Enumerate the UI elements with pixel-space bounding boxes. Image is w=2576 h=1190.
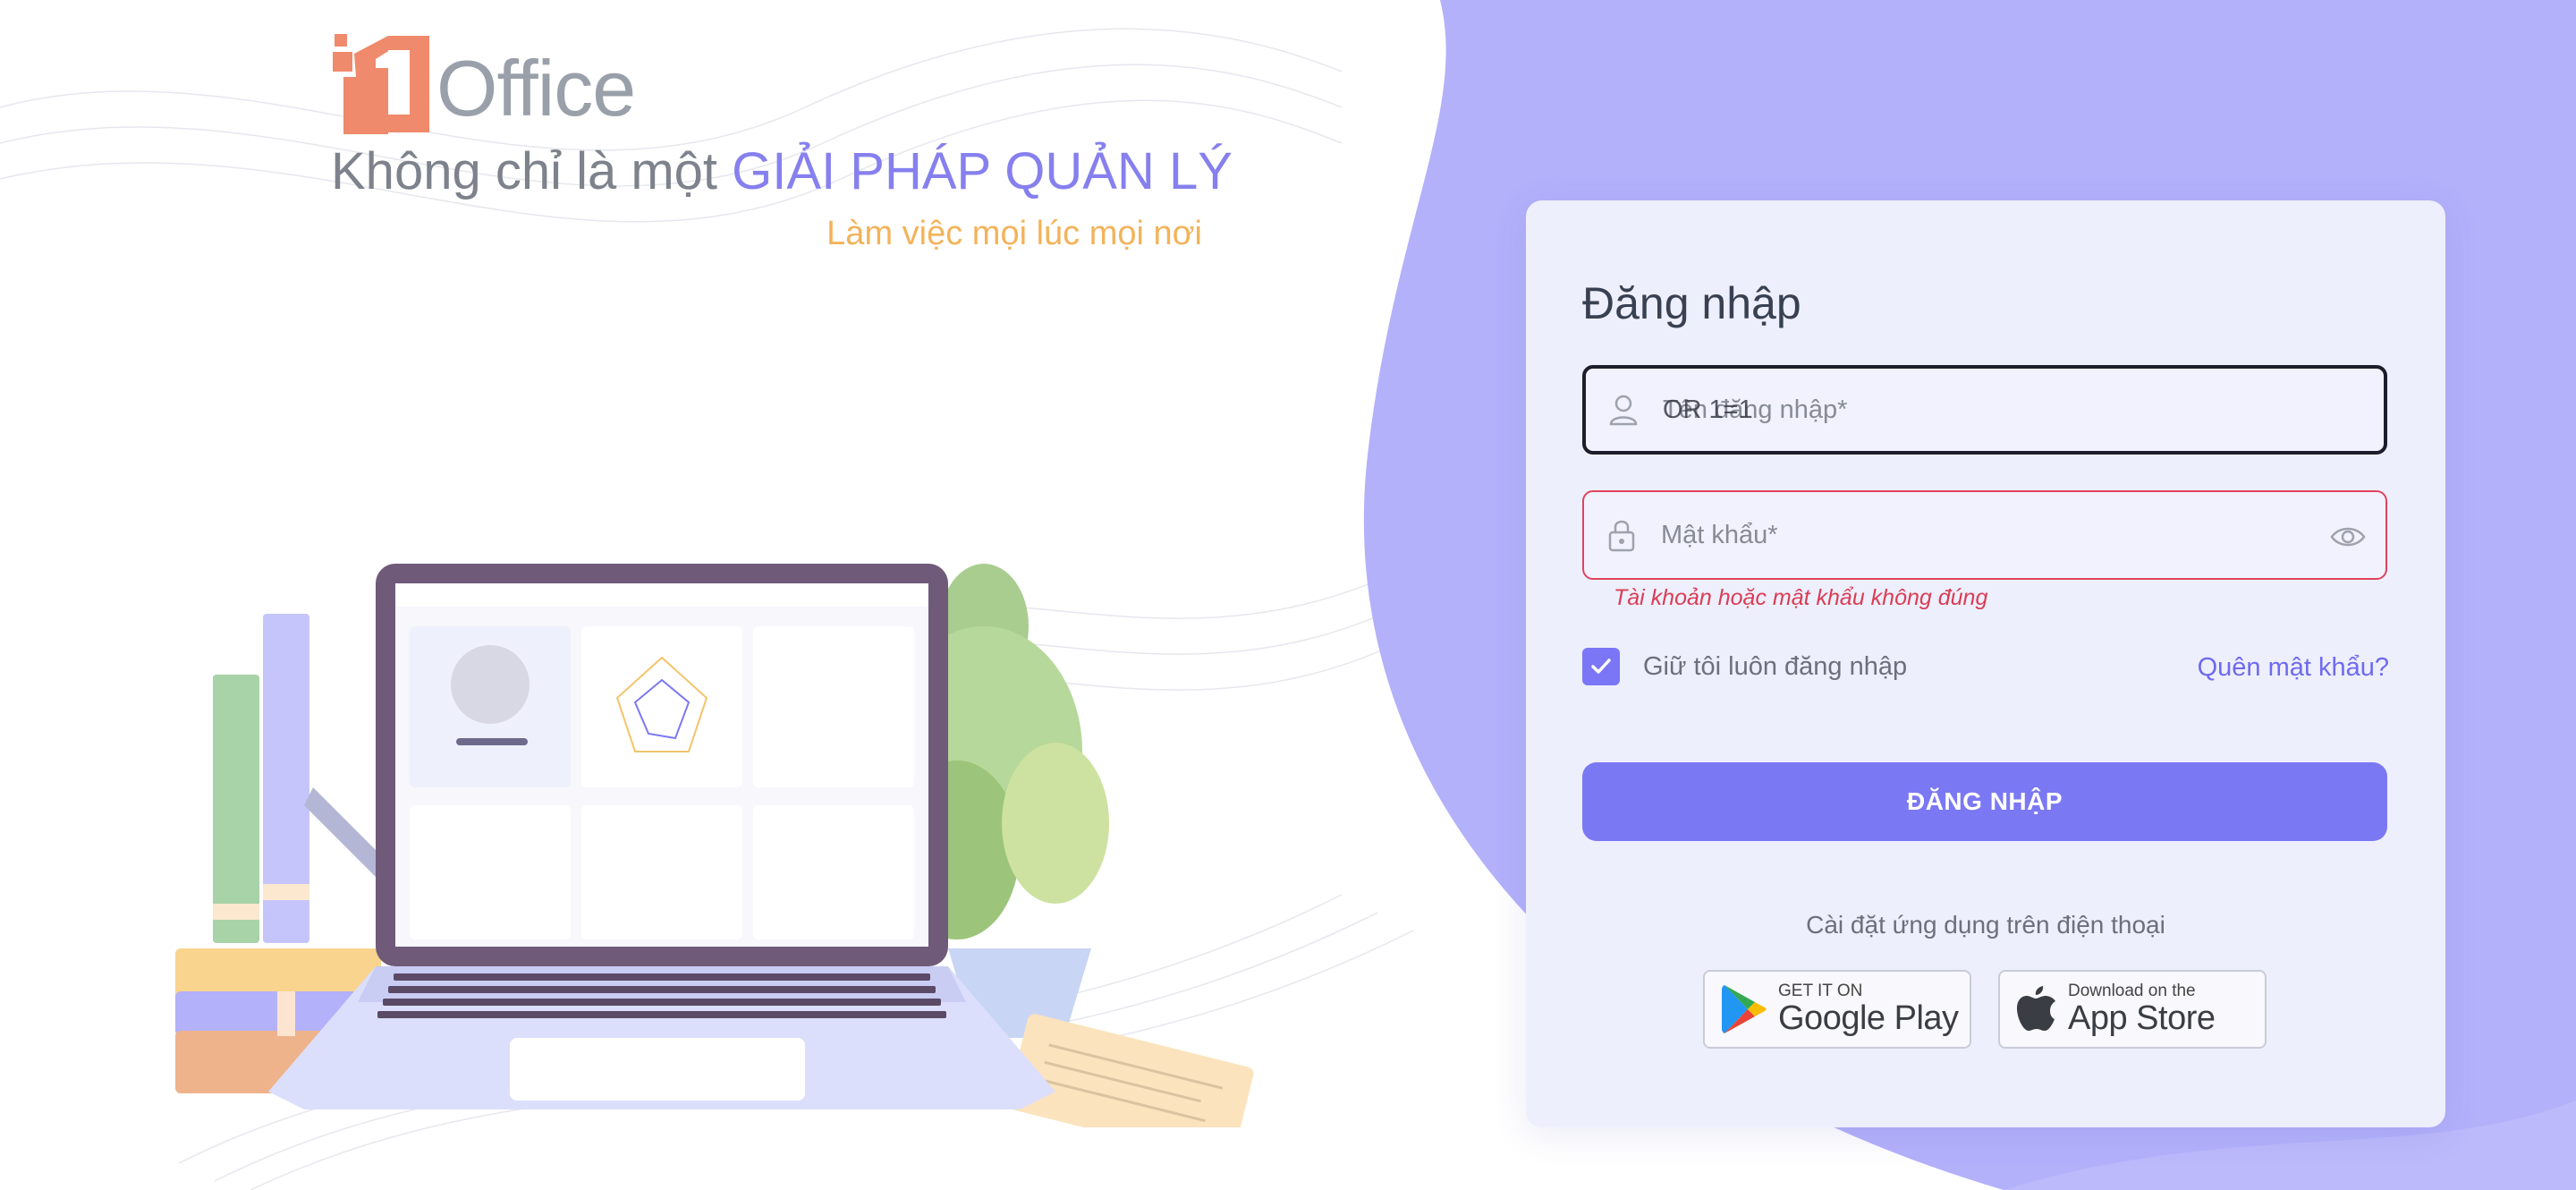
checkmark-icon [1591,659,1611,674]
tagline-accent: GIẢI PHÁP QUẢN LÝ [732,142,1233,200]
laptop-illustration [175,564,1254,1127]
install-app-text: Cài đặt ứng dụng trên điện thoại [1806,911,2165,939]
login-button[interactable]: ĐĂNG NHẬP [1582,762,2387,841]
app-store-big: App Store [2068,999,2216,1037]
remember-label[interactable]: Giữ tôi luôn đăng nhập [1643,652,1907,682]
google-play-big: Google Play [1778,999,1959,1037]
logo-text: Office [436,44,636,132]
eye-icon[interactable] [2328,517,2368,557]
apple-icon [2016,984,2057,1034]
username-value: OR 1=1 [1663,395,1753,424]
remember-me[interactable]: Giữ tôi luôn đăng nhập [1582,648,1907,685]
app-store-button[interactable]: Download on the App Store [1998,970,2267,1049]
app-store-small: Download on the [2068,982,2196,1000]
google-play-icon [1721,983,1767,1035]
username-input[interactable]: Tên đăng nhập* OR 1=1 [1663,395,1847,425]
remember-checkbox[interactable] [1582,648,1620,685]
logo: Office [331,32,636,138]
password-field[interactable]: Mật khẩu* [1582,490,2387,580]
logo-mark-icon [333,34,429,134]
forgot-password-link[interactable]: Quên mật khẩu? [2198,653,2389,683]
brand-header: Office [331,32,636,138]
google-play-button[interactable]: GET IT ON Google Play [1703,970,1971,1049]
lock-icon [1604,517,1640,553]
user-icon [1606,392,1641,428]
tagline: Không chỉ là một GIẢI PHÁP QUẢN LÝ [331,141,1233,201]
tagline-prefix: Không chỉ là một [331,142,718,200]
login-error-message: Tài khoản hoặc mật khẩu không đúng [1614,585,1988,610]
password-input[interactable]: Mật khẩu* [1661,521,1778,550]
google-play-small: GET IT ON [1778,982,1863,1000]
username-field[interactable]: Tên đăng nhập* OR 1=1 [1582,365,2387,455]
login-title: Đăng nhập [1582,278,1801,328]
subtagline: Làm việc mọi lúc mọi nơi [826,215,1202,252]
login-card: Đăng nhập Tên đăng nhập* OR 1=1 Mật khẩu… [1526,200,2445,1127]
